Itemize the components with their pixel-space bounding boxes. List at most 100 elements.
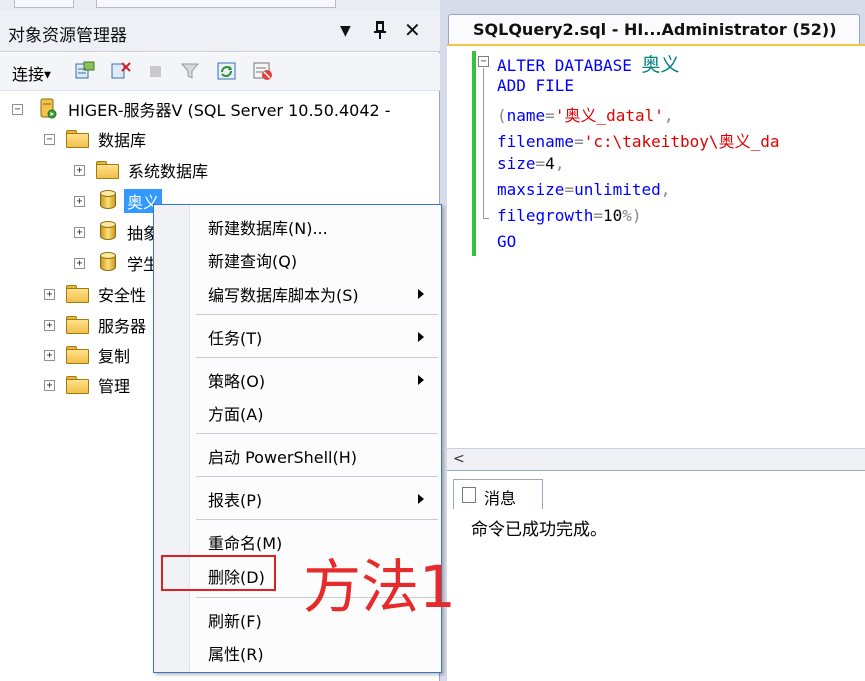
horizontal-scrollbar[interactable]: < xyxy=(447,448,865,470)
operator: %) xyxy=(622,206,642,225)
menu-item-powershell[interactable]: 启动 PowerShell(H) xyxy=(208,444,357,468)
filter-icon[interactable] xyxy=(180,61,202,81)
dropdown-icon[interactable]: ▼ xyxy=(340,23,351,39)
keyword: ADD FILE xyxy=(497,76,575,95)
editor-gutter: − xyxy=(447,46,489,448)
string-literal: '奥义_datal' xyxy=(554,106,664,125)
management-label: 管理 xyxy=(98,377,131,396)
menu-item-refresh[interactable]: 刷新(F) xyxy=(208,608,262,632)
operator: , xyxy=(663,106,674,125)
string-literal: 'c:\takeitboy\奥义_da xyxy=(583,132,780,151)
pin-icon[interactable] xyxy=(372,20,388,45)
operator: = xyxy=(545,106,555,125)
menu-item-reports[interactable]: 报表(P) xyxy=(208,487,262,511)
folder-icon xyxy=(66,316,89,334)
fold-line-end xyxy=(483,218,489,219)
server-icon xyxy=(38,97,58,119)
fold-collapse-icon[interactable]: − xyxy=(478,56,489,67)
folder-icon xyxy=(66,130,89,148)
code-line-2: ADD FILE xyxy=(497,76,574,102)
change-bar xyxy=(472,51,476,256)
databases-label: 数据库 xyxy=(98,131,147,150)
fold-line xyxy=(483,68,484,218)
expand-icon[interactable]: + xyxy=(44,289,55,300)
messages-tab-label: 消息 xyxy=(484,489,517,508)
submenu-arrow-icon xyxy=(418,494,424,504)
keyword: GO xyxy=(497,232,517,251)
folder-icon xyxy=(66,346,89,364)
operator: ( xyxy=(497,106,507,125)
collapse-icon[interactable]: − xyxy=(44,134,55,145)
expand-icon[interactable]: + xyxy=(74,227,85,238)
submenu-arrow-icon xyxy=(418,332,424,342)
operator: , xyxy=(554,154,565,173)
replication-label: 复制 xyxy=(98,347,131,366)
expand-icon[interactable]: + xyxy=(74,258,85,269)
folder-icon xyxy=(66,376,89,394)
expand-icon[interactable]: + xyxy=(74,165,85,176)
server-objects-label: 服务器 xyxy=(98,317,147,336)
keyword: maxsize xyxy=(497,180,565,199)
code-line-1: ALTER DATABASE 奥义 xyxy=(497,50,680,76)
menu-item-facets[interactable]: 方面(A) xyxy=(208,401,263,425)
keyword: unlimited xyxy=(574,180,661,199)
expand-icon[interactable]: + xyxy=(44,350,55,361)
menu-item-new-query[interactable]: 新建查询(Q) xyxy=(208,248,297,272)
code-line-3: (name='奥义_datal', xyxy=(497,102,674,128)
results-message: 命令已成功完成。 xyxy=(471,520,607,540)
menu-separator xyxy=(196,433,438,434)
database-icon xyxy=(100,221,116,241)
menu-separator xyxy=(196,476,438,477)
operator: = xyxy=(593,206,603,225)
connect-object-icon[interactable] xyxy=(74,61,96,81)
menu-item-rename[interactable]: 重命名(M) xyxy=(208,530,282,554)
code-editor[interactable]: − ALTER DATABASE 奥义 ADD FILE (name='奥义_d… xyxy=(447,44,865,448)
object-explorer-title: 对象资源管理器 xyxy=(8,26,127,46)
toolbar-fragment xyxy=(14,0,74,8)
code-line-7: filegrowth=10%) xyxy=(497,206,642,232)
security-label: 安全性 xyxy=(98,286,147,305)
database-icon xyxy=(100,252,116,272)
menu-icon-rail xyxy=(154,205,190,672)
toolbar-combo-fragment xyxy=(96,0,336,8)
menu-item-script-as[interactable]: 编写数据库脚本为(S) xyxy=(208,282,359,306)
keyword: filegrowth xyxy=(497,206,594,225)
menu-item-tasks[interactable]: 任务(T) xyxy=(208,325,262,349)
menu-separator xyxy=(196,314,438,315)
refresh-icon[interactable] xyxy=(216,61,238,81)
results-pane: 消息 命令已成功完成。 xyxy=(447,470,865,681)
connect-button[interactable]: 连接▼ xyxy=(12,61,51,85)
folder-icon xyxy=(66,285,89,303)
connect-label: 连接 xyxy=(12,65,45,84)
menu-item-properties[interactable]: 属性(R) xyxy=(208,641,264,665)
expand-icon[interactable]: + xyxy=(74,196,85,207)
tab-title: SQLQuery2.sql - HI...Administrator (52)) xyxy=(473,20,837,39)
tab-sqlquery2[interactable]: SQLQuery2.sql - HI...Administrator (52)) xyxy=(448,14,860,44)
menu-item-new-database[interactable]: 新建数据库(N)... xyxy=(208,215,328,239)
scroll-left-icon[interactable]: < xyxy=(453,451,465,467)
query-editor-area: SQLQuery2.sql - HI...Administrator (52))… xyxy=(447,0,865,681)
expand-icon[interactable]: + xyxy=(44,380,55,391)
submenu-arrow-icon xyxy=(418,375,424,385)
menu-separator xyxy=(196,519,438,520)
operator: = xyxy=(564,180,575,199)
stop-icon[interactable] xyxy=(146,61,168,81)
database-icon xyxy=(100,190,116,210)
disconnect-icon[interactable] xyxy=(110,61,132,81)
number: 10 xyxy=(602,206,623,225)
keyword: filename xyxy=(497,132,575,151)
menu-item-policies[interactable]: 策略(O) xyxy=(208,368,265,392)
collapse-icon[interactable]: − xyxy=(12,104,23,115)
tab-messages[interactable]: 消息 xyxy=(453,479,543,509)
message-icon xyxy=(462,487,476,503)
expand-icon[interactable]: + xyxy=(44,320,55,331)
activity-monitor-icon[interactable] xyxy=(252,61,274,81)
close-icon[interactable]: ✕ xyxy=(404,18,421,42)
server-label: HIGER-服务器V (SQL Server 10.50.4042 - xyxy=(68,101,391,120)
code-line-6: maxsize=unlimited, xyxy=(497,180,670,206)
annotation-label: 方法1 xyxy=(303,553,456,621)
keyword: ALTER DATABASE xyxy=(497,56,632,75)
object-explorer-titlebar: 对象资源管理器 ▼ ✕ xyxy=(0,10,440,52)
menu-separator xyxy=(196,357,438,358)
code-line-8: GO xyxy=(497,232,516,258)
